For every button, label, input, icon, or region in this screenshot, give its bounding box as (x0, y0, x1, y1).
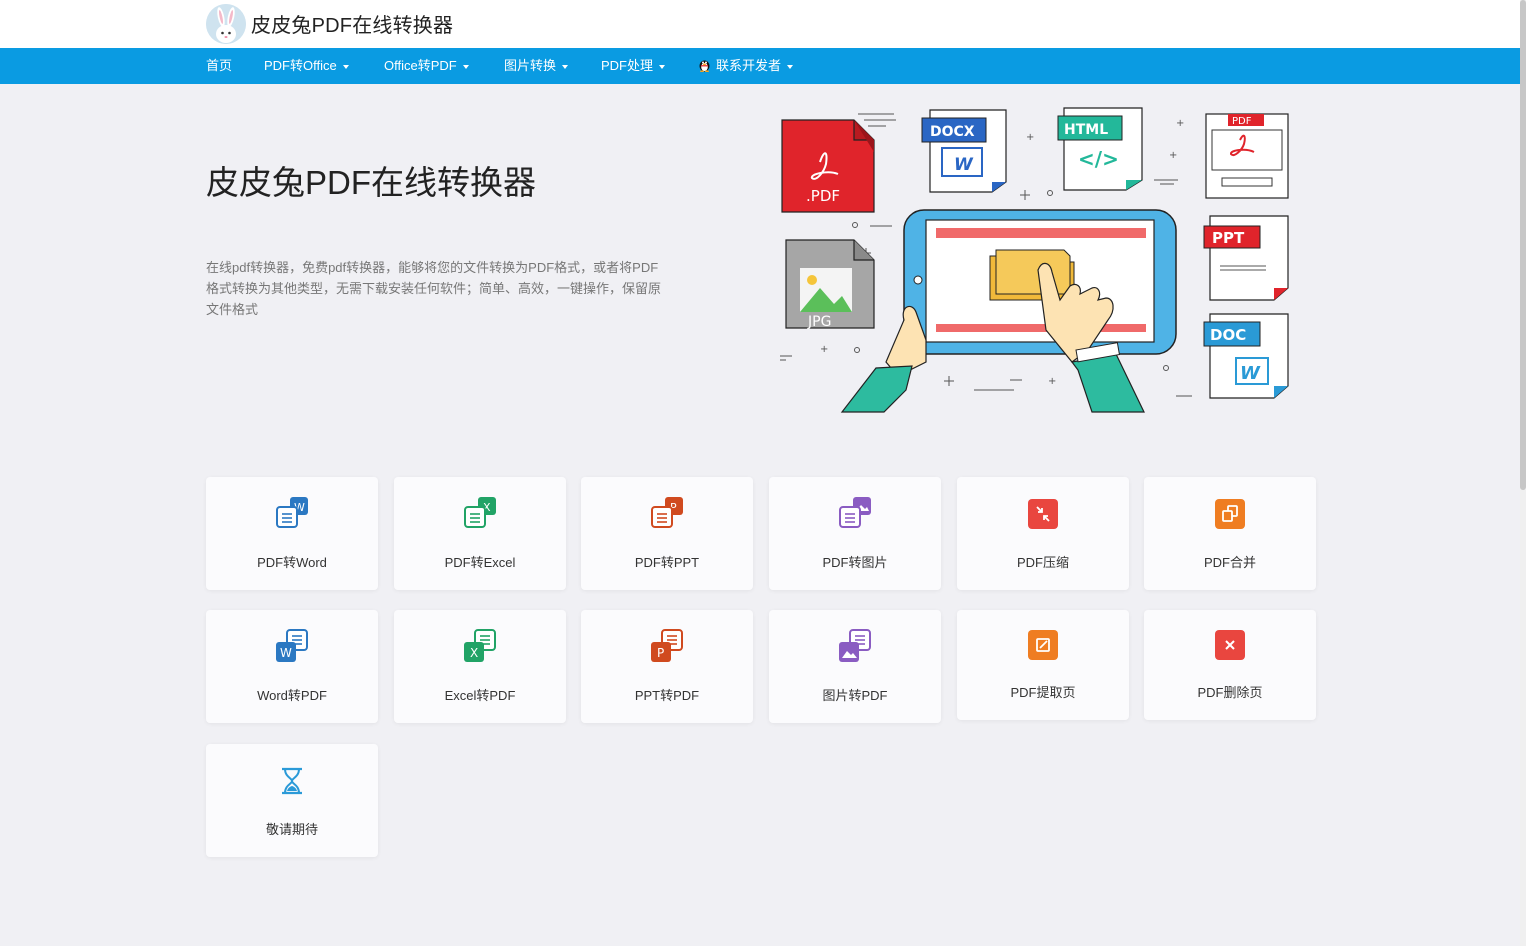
svg-text:W: W (954, 155, 974, 175)
svg-text:DOCX: DOCX (930, 124, 975, 140)
svg-text:W: W (1240, 363, 1261, 384)
caret-down-icon (787, 64, 794, 69)
tool-card-image-to-pdf[interactable]: 图片转PDF (769, 610, 941, 723)
svg-text:+: + (1169, 150, 1177, 161)
docx-file-icon: DOCX W (921, 109, 1007, 193)
tool-card-pdf-compress[interactable]: PDF压缩 (957, 477, 1129, 590)
svg-text:W: W (280, 646, 292, 660)
pdf-compress-icon (1024, 495, 1062, 533)
tool-card-pdf-to-word[interactable]: W PDF转Word (206, 477, 378, 590)
svg-text:HTML: HTML (1064, 122, 1108, 138)
tool-card-label: PDF转Excel (444, 555, 516, 570)
pdf-to-ppt-icon: P (648, 495, 686, 533)
caret-down-icon (462, 64, 469, 69)
caret-down-icon (562, 64, 569, 69)
tool-card-label: PDF转图片 (822, 555, 888, 570)
svg-text:P: P (657, 646, 664, 660)
scrollbar-thumb[interactable] (1520, 0, 1526, 490)
tool-card-label: PDF转PPT (634, 555, 700, 570)
doc-file-icon: DOC W (1203, 313, 1289, 399)
pdf-to-image-icon (836, 495, 874, 533)
nav-item-label: Office转PDF (384, 58, 457, 73)
svg-text:PPT: PPT (1212, 229, 1245, 247)
rabbit-logo-icon[interactable] (206, 4, 246, 44)
tool-card-label: PDF删除页 (1197, 685, 1263, 700)
tool-card-label: PDF提取页 (1010, 685, 1076, 700)
tool-card-pdf-extract[interactable]: PDF提取页 (957, 610, 1129, 720)
nav-item-home[interactable]: 首页 (206, 48, 232, 84)
main-navbar: 首页 PDF转Office Office转PDF 图片转换 PDF处理 联系开发… (0, 48, 1520, 84)
pdf-delete-icon (1211, 626, 1249, 664)
tool-card-label: PDF压缩 (1016, 555, 1069, 570)
tool-card-pdf-to-excel[interactable]: X PDF转Excel (394, 477, 566, 590)
svg-text:X: X (470, 646, 478, 660)
pdf-merge-icon (1211, 495, 1249, 533)
excel-to-pdf-icon: X (461, 628, 499, 666)
nav-item-contact-developer[interactable]: 联系开发者 (698, 48, 794, 84)
svg-text:+: + (820, 344, 828, 355)
hero-title: 皮皮兔PDF在线转换器 (206, 164, 536, 201)
svg-text:+: + (1048, 376, 1056, 387)
caret-down-icon (659, 64, 666, 69)
tool-card-label: PPT转PDF (634, 688, 700, 703)
tool-card-label: 敬请期待 (265, 822, 318, 837)
nav-item-label: 首页 (206, 58, 233, 73)
pdf-to-word-icon: W (273, 495, 311, 533)
svg-text:JPG: JPG (807, 314, 831, 330)
tool-card-coming-soon[interactable]: 敬请期待 (206, 744, 378, 857)
nav-item-pdf-process[interactable]: PDF处理 (601, 48, 666, 84)
svg-text:PDF: PDF (1232, 116, 1252, 127)
svg-text:DOC: DOC (1210, 326, 1246, 344)
tool-card-label: Excel转PDF (444, 688, 516, 703)
hero-illustration: + + + + + .PDF JPG DOCX W HTML </> PDF P… (776, 100, 1306, 418)
nav-item-pdf-to-office[interactable]: PDF转Office (264, 48, 349, 84)
hourglass-icon (273, 762, 311, 800)
nav-item-office-to-pdf[interactable]: Office转PDF (384, 48, 469, 84)
tool-card-ppt-to-pdf[interactable]: P PPT转PDF (581, 610, 753, 723)
qq-penguin-icon (699, 60, 710, 72)
svg-text:+: + (1176, 118, 1184, 129)
pdf-to-excel-icon: X (461, 495, 499, 533)
pdf-extract-icon (1024, 626, 1062, 664)
nav-item-label: 联系开发者 (716, 58, 782, 73)
nav-item-label: PDF处理 (601, 58, 654, 73)
nav-item-image-convert[interactable]: 图片转换 (504, 48, 569, 84)
ppt-to-pdf-icon: P (648, 628, 686, 666)
tool-card-label: Word转PDF (257, 688, 327, 703)
nav-item-label: PDF转Office (264, 58, 337, 73)
tool-card-pdf-to-image[interactable]: PDF转图片 (769, 477, 941, 590)
ppt-file-icon: PPT (1203, 215, 1289, 301)
hero-description: 在线pdf转换器，免费pdf转换器，能够将您的文件转换为PDF格式，或者将PDF… (206, 260, 662, 317)
tool-card-pdf-to-ppt[interactable]: P PDF转PPT (581, 477, 753, 590)
tool-card-word-to-pdf[interactable]: W Word转PDF (206, 610, 378, 723)
pdf-document-icon: PDF (1205, 113, 1289, 199)
tool-card-pdf-merge[interactable]: PDF合并 (1144, 477, 1316, 590)
svg-text:</>: </> (1078, 147, 1119, 171)
pdf-file-icon: .PDF (781, 119, 875, 213)
tool-card-excel-to-pdf[interactable]: X Excel转PDF (394, 610, 566, 723)
word-to-pdf-icon: W (273, 628, 311, 666)
tool-card-label: PDF转Word (257, 555, 327, 570)
caret-down-icon (342, 64, 349, 69)
html-file-icon: HTML </> (1057, 107, 1143, 191)
svg-text:.PDF: .PDF (806, 187, 840, 205)
tool-card-pdf-delete[interactable]: PDF删除页 (1144, 610, 1316, 720)
tool-card-label: PDF合并 (1203, 555, 1256, 570)
file-conversion-illustration: + + + + + .PDF JPG DOCX W HTML </> PDF PPT … (780, 107, 1289, 413)
jpg-file-icon: JPG (785, 239, 875, 330)
brand-title[interactable]: 皮皮兔PDF在线转换器 (251, 9, 453, 38)
nav-item-label: 图片转换 (504, 58, 557, 73)
image-to-pdf-icon (836, 628, 874, 666)
top-header: 皮皮兔PDF在线转换器 (0, 0, 1520, 48)
tool-card-label: 图片转PDF (822, 688, 888, 703)
svg-text:+: + (1026, 132, 1034, 143)
